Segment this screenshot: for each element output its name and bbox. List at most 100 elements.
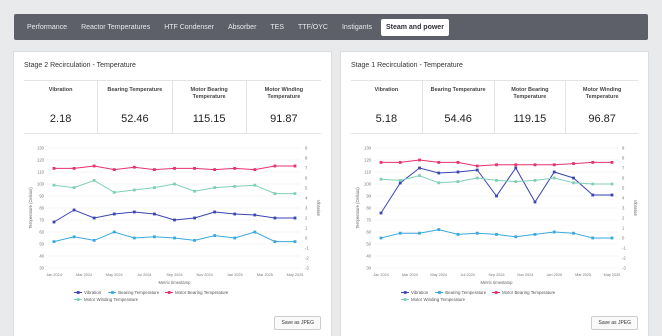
- data-point-vibration: [72, 208, 76, 212]
- data-point-vibration: [253, 213, 257, 217]
- series-line-motor-winding-temperature: [53, 179, 295, 195]
- tab-tes[interactable]: TES: [265, 19, 289, 36]
- metric-value: 5.18: [375, 113, 398, 125]
- data-point-bearing-temperature: [456, 233, 460, 236]
- metric-label: Bearing Temperature: [107, 87, 163, 93]
- data-point-motor-winding-temperature: [273, 192, 277, 195]
- tab-absorber[interactable]: Absorber: [223, 19, 261, 36]
- data-point-vibration: [193, 216, 196, 220]
- x-tick-label: Mar 2025: [257, 273, 273, 277]
- data-point-vibration: [173, 218, 176, 222]
- data-point-motor-bearing-temperature: [112, 168, 116, 171]
- y-tick-label: 70: [366, 218, 371, 223]
- x-tick-label: May 2024: [430, 273, 447, 277]
- y2-tick-label: -1: [622, 246, 626, 251]
- data-point-vibration: [514, 166, 518, 170]
- metric-label: Bearing Temperature: [430, 87, 486, 93]
- data-point-motor-winding-temperature: [72, 186, 76, 189]
- data-point-vibration: [153, 212, 156, 216]
- metric-label: Motor Winding Temperature: [264, 87, 304, 100]
- metric-motor-winding-temperature: Motor Winding Temperature 91.87: [247, 81, 321, 133]
- y2-tick-label: 6: [305, 176, 308, 181]
- x-tick-label: May 2025: [287, 273, 304, 277]
- data-point-motor-bearing-temperature: [213, 168, 217, 171]
- x-tick-label: Nov 2024: [517, 273, 533, 277]
- y2-tick-label: -3: [305, 266, 309, 271]
- y-tick-label: 110: [364, 170, 371, 175]
- data-point-motor-bearing-temperature: [273, 164, 277, 168]
- tab-ttf-oyc[interactable]: TTF/OYC: [293, 19, 333, 36]
- tab-htf-condenser[interactable]: HTF Condenser: [159, 19, 219, 36]
- data-point-motor-bearing-temperature: [398, 161, 402, 164]
- y2-tick-label: 8: [305, 156, 308, 161]
- data-point-vibration: [475, 168, 479, 172]
- x-axis-label: Metric timestamp: [159, 280, 192, 285]
- data-point-motor-winding-temperature: [475, 176, 479, 180]
- metric-value: 115.15: [192, 113, 226, 125]
- data-point-motor-winding-temperature: [495, 179, 498, 182]
- data-point-motor-bearing-temperature: [173, 167, 176, 170]
- data-point-vibration: [233, 212, 237, 216]
- data-point-bearing-temperature: [153, 235, 156, 239]
- data-point-bearing-temperature: [213, 234, 217, 237]
- legend-marker: [403, 298, 407, 301]
- data-point-vibration: [132, 210, 136, 214]
- data-point-motor-winding-temperature: [398, 179, 402, 182]
- data-point-bearing-temperature: [514, 235, 518, 239]
- data-point-vibration: [456, 170, 460, 174]
- tab-steam-and-power[interactable]: Steam and power: [380, 18, 449, 36]
- y-tick-label: 110: [37, 170, 44, 175]
- x-tick-label: Sep 2024: [166, 273, 182, 277]
- data-point-bearing-temperature: [398, 231, 402, 235]
- y-tick-label: 80: [366, 206, 371, 211]
- x-tick-label: May 2025: [604, 273, 621, 277]
- data-point-motor-winding-temperature: [153, 186, 156, 189]
- tab-performance[interactable]: Performance: [22, 19, 72, 36]
- y2-tick-label: 3: [305, 206, 308, 211]
- y-tick-label: 50: [39, 242, 44, 247]
- data-point-motor-bearing-temperature: [533, 163, 537, 167]
- save-as-jpeg-button[interactable]: Save as JPEG: [274, 316, 321, 330]
- data-point-motor-winding-temperature: [610, 182, 614, 186]
- data-point-vibration: [293, 216, 297, 220]
- panel-title: Stage 1 Recirculation - Temperature: [351, 62, 463, 69]
- legend-marker: [76, 298, 80, 301]
- legend-marker: [111, 291, 114, 294]
- y-axis-label: Temperature (Celsius): [28, 187, 33, 229]
- y2-axis-label: Vibration: [316, 200, 321, 217]
- data-point-vibration: [610, 193, 614, 197]
- stage1-temperature-chart: 30 40 50 60 70 80 90 100 110 120 130 -3 -2 -1 0 1 2 3 4 5 6 7…: [355, 146, 638, 303]
- y-tick-label: 130: [364, 146, 372, 151]
- metric-value: 96.87: [588, 113, 616, 125]
- metric-value: 119.15: [513, 113, 547, 125]
- y-tick-label: 120: [364, 158, 372, 163]
- data-point-motor-bearing-temperature: [418, 158, 421, 162]
- x-tick-label: Jul 2024: [460, 273, 474, 277]
- x-tick-label: Mar 2024: [76, 273, 92, 277]
- data-point-bearing-temperature: [173, 236, 176, 240]
- save-as-jpeg-button[interactable]: Save as JPEG: [591, 316, 638, 330]
- y2-tick-label: -2: [622, 256, 626, 261]
- data-point-motor-winding-temperature: [552, 176, 556, 180]
- x-tick-label: Nov 2024: [196, 273, 212, 277]
- y-tick-label: 90: [39, 194, 44, 199]
- x-tick-label: Jan 2024: [373, 273, 389, 277]
- data-point-motor-bearing-temperature: [572, 162, 575, 165]
- data-point-bearing-temperature: [273, 240, 277, 243]
- y-axis-label: Temperature (Celsius): [355, 187, 360, 229]
- tab-instigants[interactable]: Instigants: [337, 19, 377, 36]
- x-tick-label: Sep 2024: [488, 273, 504, 277]
- y2-tick-label: 6: [622, 176, 625, 181]
- legend-marker: [167, 291, 171, 294]
- legend-label: Motor Winding Temperature: [411, 297, 466, 302]
- data-point-motor-winding-temperature: [52, 183, 56, 187]
- y-tick-label: 40: [366, 254, 371, 259]
- tab-reactor-temperatures[interactable]: Reactor Temperatures: [76, 19, 155, 36]
- y2-tick-label: 5: [622, 186, 625, 191]
- metric-motor-winding-temperature: Motor Winding Temperature 96.87: [566, 81, 638, 133]
- metric-value: 2.18: [49, 113, 72, 125]
- y-tick-label: 30: [39, 266, 44, 271]
- data-point-motor-bearing-temperature: [514, 163, 518, 167]
- data-point-motor-winding-temperature: [112, 191, 116, 194]
- data-point-motor-winding-temperature: [293, 192, 297, 195]
